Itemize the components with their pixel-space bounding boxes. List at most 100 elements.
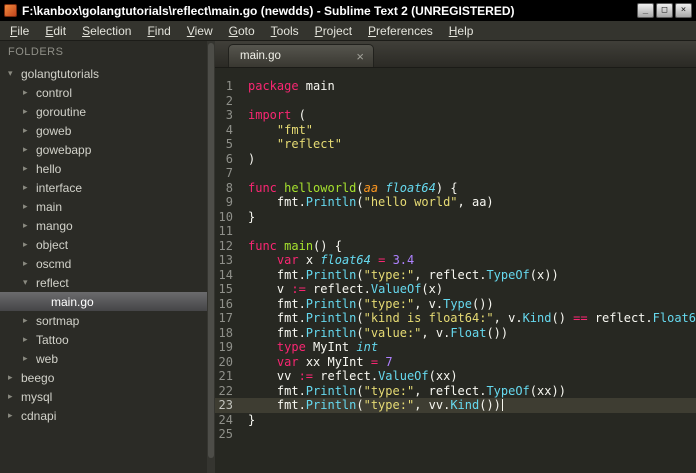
- code-editor[interactable]: 1 package main 2 3 import (4 "fmt" 5 "reflect…: [215, 68, 696, 473]
- sidebar-folder-control[interactable]: ▸ control: [0, 83, 215, 102]
- tree-collapsed-arrow-icon[interactable]: ▸: [23, 334, 36, 345]
- line-content: var x float64 = 3.4: [276, 253, 415, 267]
- line-number: 18: [218, 325, 233, 340]
- tree-item-label: sortmap: [36, 313, 80, 328]
- tree-collapsed-arrow-icon[interactable]: ▸: [23, 144, 36, 155]
- line-content: fmt.Println("kind is float64:", v.Kind()…: [248, 311, 696, 325]
- sidebar-folder-mysql[interactable]: ▸ mysql: [0, 387, 215, 406]
- code-line-5[interactable]: 5 "reflect": [215, 137, 696, 152]
- code-line-17[interactable]: 17 fmt.Println("kind is float64:", v.Kin…: [215, 311, 696, 326]
- sidebar-folder-gowebapp[interactable]: ▸ gowebapp: [0, 140, 215, 159]
- code-line-8[interactable]: 8 func helloworld(aa float64) {: [215, 181, 696, 196]
- tree-expanded-arrow-icon[interactable]: ▾: [8, 68, 21, 79]
- sidebar-folder-hello[interactable]: ▸ hello: [0, 159, 215, 178]
- tree-collapsed-arrow-icon[interactable]: ▸: [23, 87, 36, 98]
- code-line-16[interactable]: 16 fmt.Println("type:", v.Type()): [215, 297, 696, 312]
- menu-help[interactable]: Help: [441, 22, 482, 40]
- code-line-13[interactable]: 13 var x float64 = 3.4: [215, 253, 696, 268]
- menu-tools[interactable]: Tools: [263, 22, 307, 40]
- sidebar-scrollbar-thumb[interactable]: [208, 43, 214, 458]
- tree-collapsed-arrow-icon[interactable]: ▸: [8, 410, 21, 421]
- code-line-24[interactable]: 24}: [215, 413, 696, 428]
- text-caret: [501, 399, 504, 411]
- sidebar-folder-interface[interactable]: ▸ interface: [0, 178, 215, 197]
- menu-edit[interactable]: Edit: [37, 22, 74, 40]
- tree-collapsed-arrow-icon[interactable]: ▸: [23, 125, 36, 136]
- line-content: fmt.Println("value:", v.Float()): [248, 325, 509, 340]
- menu-project[interactable]: Project: [307, 22, 360, 40]
- code-line-15[interactable]: 15 v := reflect.ValueOf(x): [215, 282, 696, 297]
- menu-goto[interactable]: Goto: [221, 22, 263, 40]
- sidebar-folder-web[interactable]: ▸ web: [0, 349, 215, 368]
- code-line-11[interactable]: 11: [215, 224, 696, 239]
- line-content: fmt.Println("type:", reflect.TypeOf(xx)): [248, 383, 566, 398]
- line-number: 15: [218, 282, 233, 296]
- sidebar-folder-goroutine[interactable]: ▸ goroutine: [0, 102, 215, 121]
- code-line-2[interactable]: 2: [215, 94, 696, 109]
- tree-collapsed-arrow-icon[interactable]: ▸: [23, 315, 36, 326]
- menu-selection[interactable]: Selection: [74, 22, 139, 40]
- code-line-21[interactable]: 21 vv := reflect.ValueOf(xx): [215, 369, 696, 384]
- code-line-12[interactable]: 12 func main() {: [215, 239, 696, 254]
- code-line-25[interactable]: 25: [215, 427, 696, 442]
- tree-collapsed-arrow-icon[interactable]: ▸: [23, 201, 36, 212]
- code-line-9[interactable]: 9 fmt.Println("hello world", aa): [215, 195, 696, 210]
- sidebar-folder-oscmd[interactable]: ▸ oscmd: [0, 254, 215, 273]
- tree-collapsed-arrow-icon[interactable]: ▸: [23, 220, 36, 231]
- tree-collapsed-arrow-icon[interactable]: ▸: [23, 239, 36, 250]
- code-line-10[interactable]: 10}: [215, 210, 696, 225]
- tree-collapsed-arrow-icon[interactable]: ▸: [8, 391, 21, 402]
- close-button[interactable]: ×: [675, 3, 692, 18]
- code-line-6[interactable]: 6): [215, 152, 696, 167]
- line-number: 4: [225, 122, 233, 137]
- tree-collapsed-arrow-icon[interactable]: ▸: [23, 353, 36, 364]
- window-title: F:\kanbox\golangtutorials\reflect\main.g…: [22, 3, 515, 18]
- menu-view[interactable]: View: [179, 22, 221, 40]
- tree-expanded-arrow-icon[interactable]: ▾: [23, 277, 36, 288]
- tree-collapsed-arrow-icon[interactable]: ▸: [23, 106, 36, 117]
- code-line-22[interactable]: 22 fmt.Println("type:", reflect.TypeOf(x…: [215, 384, 696, 399]
- tree-item-label: reflect: [36, 275, 69, 290]
- line-number: 14: [218, 267, 233, 282]
- code-line-1[interactable]: 1 package main: [215, 79, 696, 94]
- code-line-20[interactable]: 20 var xx MyInt = 7: [215, 355, 696, 370]
- sidebar-folder-mango[interactable]: ▸ mango: [0, 216, 215, 235]
- sidebar-folder-main[interactable]: ▸ main: [0, 197, 215, 216]
- tab-label: main.go: [240, 50, 281, 62]
- line-content: "reflect": [276, 137, 342, 151]
- sidebar-folder-goweb[interactable]: ▸ goweb: [0, 121, 215, 140]
- sidebar-folder-cdnapi[interactable]: ▸ cdnapi: [0, 406, 215, 425]
- tree-collapsed-arrow-icon[interactable]: ▸: [23, 182, 36, 193]
- line-content: vv := reflect.ValueOf(xx): [248, 369, 458, 383]
- menu-file[interactable]: File: [2, 22, 37, 40]
- code-line-23[interactable]: 23 fmt.Println("type:", vv.Kind()): [215, 398, 696, 413]
- sidebar-file-main.go[interactable]: main.go: [0, 292, 215, 311]
- tree-item-label: oscmd: [36, 256, 72, 271]
- line-content: fmt.Println("type:", reflect.TypeOf(x)): [248, 267, 559, 282]
- sidebar-folder-sortmap[interactable]: ▸ sortmap: [0, 311, 215, 330]
- menu-find[interactable]: Find: [139, 22, 178, 40]
- tree-item-label: hello: [36, 161, 62, 176]
- sidebar-folder-reflect[interactable]: ▾ reflect: [0, 273, 215, 292]
- code-line-14[interactable]: 14 fmt.Println("type:", reflect.TypeOf(x…: [215, 268, 696, 283]
- menu-preferences[interactable]: Preferences: [360, 22, 441, 40]
- tab-main-go[interactable]: main.go ×: [228, 44, 374, 67]
- code-line-18[interactable]: 18 fmt.Println("value:", v.Float()): [215, 326, 696, 341]
- sidebar-folder-golangtutorials[interactable]: ▾ golangtutorials: [0, 64, 215, 83]
- tree-collapsed-arrow-icon[interactable]: ▸: [23, 163, 36, 174]
- code-line-4[interactable]: 4 "fmt": [215, 123, 696, 138]
- tree-collapsed-arrow-icon[interactable]: ▸: [23, 258, 36, 269]
- maximize-button[interactable]: □: [656, 3, 673, 18]
- minimize-button[interactable]: _: [637, 3, 654, 18]
- line-number: 20: [218, 354, 233, 369]
- sidebar-folder-tattoo[interactable]: ▸ Tattoo: [0, 330, 215, 349]
- tree-collapsed-arrow-icon[interactable]: ▸: [8, 372, 21, 383]
- title-bar[interactable]: F:\kanbox\golangtutorials\reflect\main.g…: [0, 0, 696, 21]
- code-line-19[interactable]: 19 type MyInt int: [215, 340, 696, 355]
- sidebar-folder-beego[interactable]: ▸ beego: [0, 368, 215, 387]
- sidebar-folder-object[interactable]: ▸ object: [0, 235, 215, 254]
- sidebar-scrollbar[interactable]: [207, 41, 215, 473]
- tab-close-icon[interactable]: ×: [356, 50, 364, 63]
- code-line-3[interactable]: 3 import (: [215, 108, 696, 123]
- code-line-7[interactable]: 7: [215, 166, 696, 181]
